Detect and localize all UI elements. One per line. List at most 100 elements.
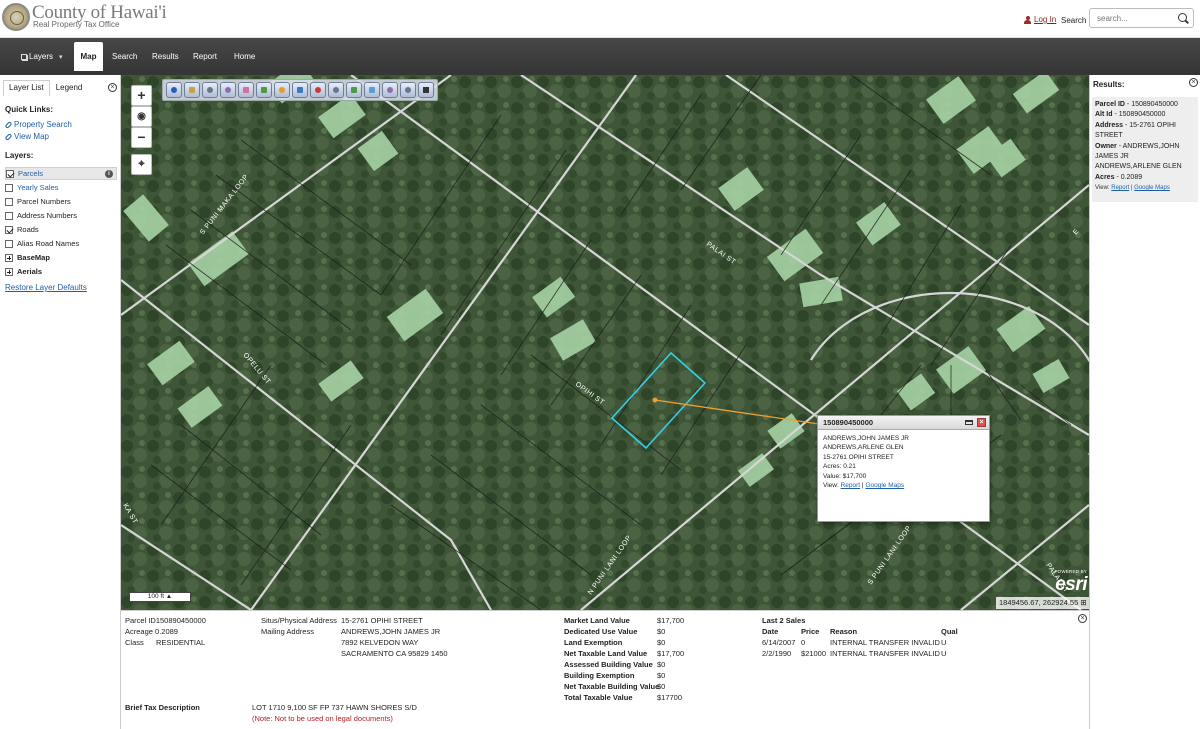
close-details-icon[interactable]: × xyxy=(1078,614,1087,623)
nav-layers-label: Layers xyxy=(29,52,54,61)
expand-plus-icon[interactable] xyxy=(5,253,13,262)
sale-price: $21000 xyxy=(801,649,827,658)
draw-tool-icon[interactable] xyxy=(346,82,362,98)
detail-situs-label: Situs/Physical Address xyxy=(261,616,337,625)
detail-mailing-line: SACRAMENTO CA 95829 1450 xyxy=(341,649,448,658)
detail-parcel-id: Parcel ID150890450000 xyxy=(125,616,206,625)
brief-tax-description: LOT 1710 9,100 SF FP 737 HAWN SHORES S/D xyxy=(252,703,417,712)
buffer-tool-icon[interactable] xyxy=(382,82,398,98)
nav-search[interactable]: Search xyxy=(105,42,144,71)
identify-tool-icon[interactable] xyxy=(166,82,182,98)
login-link[interactable]: Log In xyxy=(1024,15,1056,24)
layer-parcel-numbers[interactable]: Parcel Numbers xyxy=(5,195,117,208)
tab-legend[interactable]: Legend xyxy=(49,80,89,96)
globe-home-button[interactable]: ◉ xyxy=(131,106,152,127)
layers-tool-icon[interactable] xyxy=(292,82,308,98)
sale-date: 2/2/1990 xyxy=(762,649,792,658)
nav-results[interactable]: Results xyxy=(145,42,186,71)
zoom-out-button[interactable]: − xyxy=(131,127,152,148)
checkbox-alias-road-names[interactable] xyxy=(5,239,13,248)
result-card[interactable]: Parcel ID - 150890450000 Alt Id - 150890… xyxy=(1092,97,1198,202)
link-icon xyxy=(4,132,13,141)
esri-logo: POWERED BY esri xyxy=(1054,569,1087,595)
layer-group-basemap[interactable]: BaseMap xyxy=(5,251,117,264)
header-search[interactable] xyxy=(1089,8,1194,28)
measure-tool-icon[interactable] xyxy=(310,82,326,98)
zoom-in-button[interactable]: + xyxy=(131,85,152,106)
aerial-imagery[interactable]: S PUNI MAKA LOOP PALAI ST OPELU ST OPIHI… xyxy=(121,75,1089,610)
value-label: Total Taxable Value xyxy=(564,693,633,702)
sale-qual: U xyxy=(941,638,947,647)
parcel-popup[interactable]: 150890450000 × ANDREWS,JOHN JAMES JR AND… xyxy=(817,415,990,522)
layers-icon xyxy=(21,54,27,60)
nav-layers[interactable]: Layers ▾ xyxy=(14,42,70,71)
layer-roads[interactable]: Roads xyxy=(5,223,117,236)
scale-bar: 100 ft ▲ xyxy=(129,592,191,602)
layers-heading: Layers: xyxy=(5,151,34,160)
results-title: Results: xyxy=(1093,80,1125,89)
extent-tool-icon[interactable] xyxy=(364,82,380,98)
result-report-link[interactable]: Report xyxy=(1111,185,1129,191)
restore-layer-defaults-link[interactable]: Restore Layer Defaults xyxy=(5,283,87,292)
info-icon[interactable]: i xyxy=(105,170,113,178)
popup-google-maps-link[interactable]: Google Maps xyxy=(865,482,904,489)
layer-parcels[interactable]: Parcels i xyxy=(5,167,117,180)
maximize-icon[interactable] xyxy=(965,420,973,425)
search-icon[interactable] xyxy=(1178,13,1187,22)
close-panel-icon[interactable]: × xyxy=(108,83,117,92)
nav-home[interactable]: Home xyxy=(227,42,262,71)
value-amount: $0 xyxy=(657,638,666,647)
login-label[interactable]: Log In xyxy=(1034,15,1056,24)
search-label: Search xyxy=(1061,16,1087,25)
layer-yearly-sales[interactable]: Yearly Sales xyxy=(5,181,117,194)
result-parcel-id: 150890450000 xyxy=(1131,101,1178,108)
select-tool-icon[interactable] xyxy=(256,82,272,98)
value-amount: $0 xyxy=(657,671,666,680)
value-label: Building Exemption xyxy=(564,671,635,680)
popup-header: 150890450000 × xyxy=(818,416,989,430)
zoom-out-tool-icon[interactable] xyxy=(220,82,236,98)
close-icon[interactable]: × xyxy=(977,418,986,427)
checkbox-parcels[interactable] xyxy=(6,169,14,178)
locate-button[interactable]: ⌖ xyxy=(131,154,152,175)
app-root: County of Hawai'i Real Property Tax Offi… xyxy=(0,0,1200,729)
sale-reason: INTERNAL TRANSFER INVALID xyxy=(830,638,940,647)
pan-tool-icon[interactable] xyxy=(184,82,200,98)
value-label: Dedicated Use Value xyxy=(564,627,638,636)
nav-map[interactable]: Map xyxy=(74,42,103,71)
checkbox-yearly-sales[interactable] xyxy=(5,183,13,192)
sale-qual: U xyxy=(941,649,947,658)
chevron-down-icon: ▾ xyxy=(59,54,63,61)
sales-title: Last 2 Sales xyxy=(762,616,806,625)
checkbox-parcel-numbers[interactable] xyxy=(5,197,13,206)
map-view[interactable]: S PUNI MAKA LOOP PALAI ST OPELU ST OPIHI… xyxy=(121,75,1089,610)
expand-plus-icon[interactable] xyxy=(5,267,13,276)
county-seal-logo[interactable] xyxy=(2,3,30,31)
eraser-tool-icon[interactable] xyxy=(238,82,254,98)
layer-alias-road-names[interactable]: Alias Road Names xyxy=(5,237,117,250)
value-amount: $17,700 xyxy=(657,616,685,625)
search-input[interactable] xyxy=(1090,9,1175,27)
quick-link-view-map[interactable]: View Map xyxy=(4,132,49,141)
popup-report-link[interactable]: Report xyxy=(841,482,861,489)
close-results-icon[interactable]: × xyxy=(1189,78,1198,87)
nav-report[interactable]: Report xyxy=(186,42,224,71)
checkbox-roads[interactable] xyxy=(5,225,13,234)
value-label: Net Taxable Land Value xyxy=(564,649,648,658)
print-tool-icon[interactable] xyxy=(400,82,416,98)
tab-layer-list[interactable]: Layer List xyxy=(3,80,50,96)
layer-panel: Layer List Legend × Quick Links: Propert… xyxy=(0,75,121,729)
zoom-in-tool-icon[interactable] xyxy=(202,82,218,98)
marker-tool-icon[interactable] xyxy=(274,82,290,98)
detail-mailing-line: ANDREWS,JOHN JAMES JR xyxy=(341,627,441,636)
sales-header-qual: Qual xyxy=(941,627,958,636)
value-amount: $0 xyxy=(657,660,666,669)
layer-group-aerials[interactable]: Aerials xyxy=(5,265,117,278)
result-google-maps-link[interactable]: Google Maps xyxy=(1134,185,1170,191)
layer-address-numbers[interactable]: Address Numbers xyxy=(5,209,117,222)
quick-link-property-search[interactable]: Property Search xyxy=(4,120,72,129)
popup-title: 150890450000 xyxy=(823,418,874,427)
save-tool-icon[interactable] xyxy=(418,82,434,98)
search-tool-icon[interactable] xyxy=(328,82,344,98)
checkbox-address-numbers[interactable] xyxy=(5,211,13,220)
